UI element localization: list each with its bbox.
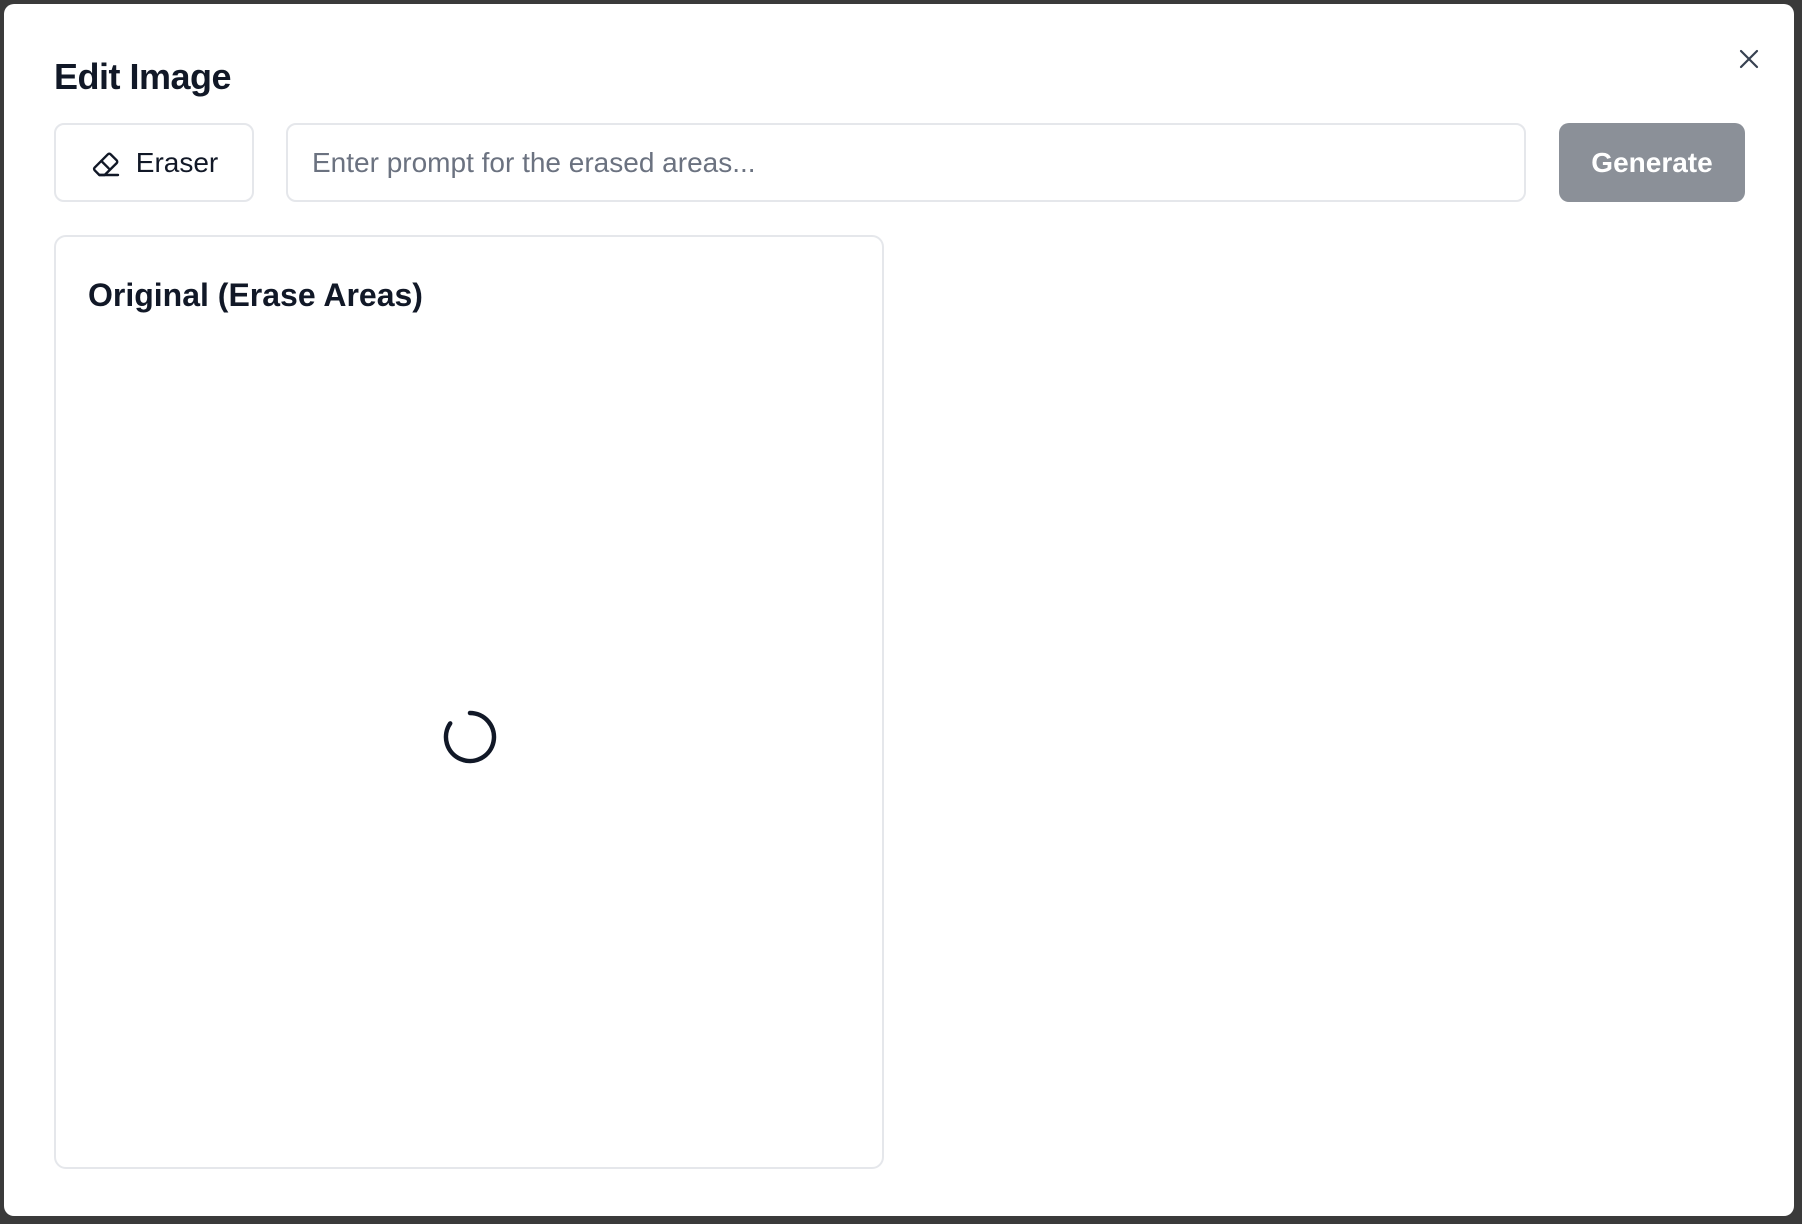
close-icon (1739, 49, 1759, 69)
spinner-icon (443, 710, 497, 764)
eraser-label: Eraser (135, 146, 219, 178)
prompt-input[interactable] (286, 123, 1526, 202)
eraser-icon (92, 152, 119, 176)
generate-button[interactable]: Generate (1559, 123, 1745, 202)
original-image-panel[interactable]: Original (Erase Areas) (54, 235, 884, 1169)
close-button[interactable] (1732, 42, 1766, 76)
panel-title: Original (Erase Areas) (88, 277, 423, 313)
edit-image-modal: Edit Image Eraser Generate Original (Era… (4, 4, 1794, 1216)
eraser-button[interactable]: Eraser (54, 123, 254, 202)
modal-title: Edit Image (54, 56, 232, 97)
